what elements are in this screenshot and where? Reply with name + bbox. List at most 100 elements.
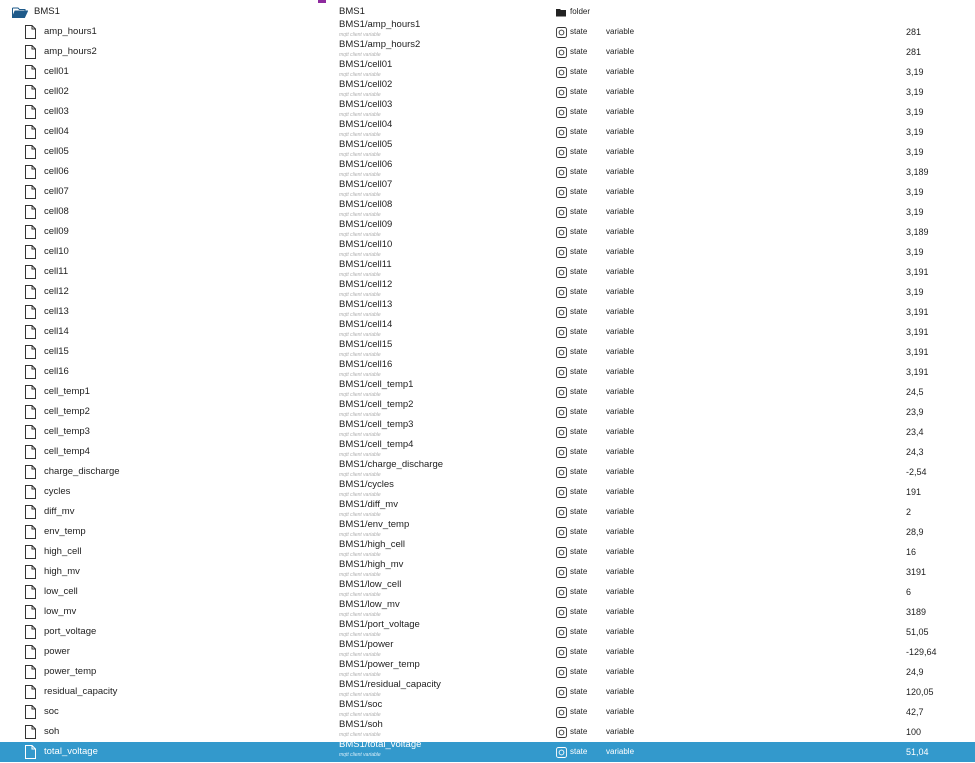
file-icon [25, 625, 36, 639]
row-name: cell_temp3 [44, 426, 90, 437]
tree-row[interactable]: high_cell BMS1/high_cell mqtt client varia… [0, 539, 975, 562]
tree-row-root[interactable]: BMS1 BMS1 folder [0, 2, 975, 22]
row-value: 3,19 [906, 87, 924, 97]
row-id: BMS1/cell06 [339, 159, 393, 170]
tree-row[interactable]: soh BMS1/soh mqtt client variable state vari… [0, 719, 975, 742]
row-role: variable [606, 107, 635, 116]
tree-row[interactable]: high_mv BMS1/high_mv mqtt client variable s… [0, 559, 975, 582]
tree-row[interactable]: cell14 BMS1/cell14 mqtt client variable sta… [0, 319, 975, 342]
tree-row[interactable]: cell04 BMS1/cell04 mqtt client variable sta… [0, 119, 975, 142]
row-name: residual_capacity [44, 686, 118, 697]
tree-row[interactable]: soc BMS1/soc mqtt client variable state vari… [0, 699, 975, 722]
tree-row[interactable]: power BMS1/power mqtt client variable state… [0, 639, 975, 662]
tree-row[interactable]: cell08 BMS1/cell08 mqtt client variable sta… [0, 199, 975, 222]
row-type: state [570, 687, 588, 696]
row-name: cell04 [44, 126, 69, 137]
row-description: mqtt client variable [339, 292, 381, 298]
row-value: 3,189 [906, 227, 929, 237]
row-name: cell03 [44, 106, 69, 117]
row-role: variable [606, 447, 635, 456]
tree-row[interactable]: cell11 BMS1/cell11 mqtt client variable sta… [0, 259, 975, 282]
tree-row[interactable]: amp_hours1 BMS1/amp_hours1 mqtt client var… [0, 19, 975, 42]
row-type: state [570, 247, 588, 256]
state-circle-icon [556, 407, 567, 418]
row-description: mqtt client variable [339, 712, 381, 718]
row-name: low_mv [44, 606, 77, 617]
row-role: variable [606, 607, 635, 616]
file-icon [25, 665, 36, 679]
tree-row[interactable]: cell09 BMS1/cell09 mqtt client variable sta… [0, 219, 975, 242]
tree-row[interactable]: cell10 BMS1/cell10 mqtt client variable sta… [0, 239, 975, 262]
row-type: state [570, 407, 588, 416]
tree-row[interactable]: cell15 BMS1/cell15 mqtt client variable sta… [0, 339, 975, 362]
tree-row[interactable]: cycles BMS1/cycles mqtt client variable sta… [0, 479, 975, 502]
row-role: variable [606, 267, 635, 276]
row-role: variable [606, 47, 635, 56]
row-id: BMS1/cell04 [339, 119, 393, 130]
row-description: mqtt client variable [339, 272, 381, 278]
tree-row[interactable]: cell_temp1 BMS1/cell_temp1 mqtt client var… [0, 379, 975, 402]
row-id: BMS1/cell13 [339, 299, 393, 310]
row-id: BMS1/cell_temp4 [339, 439, 414, 450]
tree-row[interactable]: cell_temp3 BMS1/cell_temp3 mqtt client var… [0, 419, 975, 442]
tree-row[interactable]: env_temp BMS1/env_temp mqtt client variabl… [0, 519, 975, 542]
row-type: state [570, 587, 588, 596]
row-role: variable [606, 507, 635, 516]
state-circle-icon [556, 687, 567, 698]
tree-row[interactable]: total_voltage BMS1/total_voltage mqtt clie… [0, 739, 975, 762]
tree-row[interactable]: residual_capacity BMS1/residual_capacity m… [0, 679, 975, 702]
file-icon [25, 245, 36, 259]
tree-row[interactable]: cell13 BMS1/cell13 mqtt client variable sta… [0, 299, 975, 322]
tree-row[interactable]: cell03 BMS1/cell03 mqtt client variable sta… [0, 99, 975, 122]
row-value: 281 [906, 27, 922, 37]
tree-row[interactable]: cell01 BMS1/cell01 mqtt client variable sta… [0, 59, 975, 82]
row-name: cell14 [44, 326, 69, 337]
tree-row[interactable]: low_cell BMS1/low_cell mqtt client variabl… [0, 579, 975, 602]
row-type: state [570, 287, 588, 296]
tree-row[interactable]: cell16 BMS1/cell16 mqtt client variable sta… [0, 359, 975, 382]
file-icon [25, 205, 36, 219]
file-icon [25, 525, 36, 539]
row-description: mqtt client variable [339, 252, 381, 258]
row-id: BMS1/amp_hours1 [339, 19, 421, 30]
row-value: 3,19 [906, 107, 924, 117]
row-id: BMS1/amp_hours2 [339, 39, 421, 50]
row-id: BMS1/env_temp [339, 519, 410, 530]
state-circle-icon [556, 567, 567, 578]
row-type: state [570, 107, 588, 116]
tree-row[interactable]: low_mv BMS1/low_mv mqtt client variable sta… [0, 599, 975, 622]
tree-row[interactable]: port_voltage BMS1/port_voltage mqtt client… [0, 619, 975, 642]
row-description: mqtt client variable [339, 172, 381, 178]
row-description: mqtt client variable [339, 752, 381, 758]
row-description: mqtt client variable [339, 432, 381, 438]
row-description: mqtt client variable [339, 212, 381, 218]
row-role: variable [606, 567, 635, 576]
row-type: state [570, 387, 588, 396]
tree-row[interactable]: cell02 BMS1/cell02 mqtt client variable sta… [0, 79, 975, 102]
tree-row[interactable]: diff_mv BMS1/diff_mv mqtt client variable s… [0, 499, 975, 522]
file-icon [25, 425, 36, 439]
tree-row[interactable]: cell06 BMS1/cell06 mqtt client variable sta… [0, 159, 975, 182]
row-type: state [570, 747, 588, 756]
tree-row[interactable]: amp_hours2 BMS1/amp_hours2 mqtt client var… [0, 39, 975, 62]
row-id: BMS1/power [339, 639, 394, 650]
row-description: mqtt client variable [339, 32, 381, 38]
row-id: BMS1/cell02 [339, 79, 393, 90]
row-role: variable [606, 207, 635, 216]
tree-row[interactable]: cell_temp2 BMS1/cell_temp2 mqtt client var… [0, 399, 975, 422]
file-icon [25, 505, 36, 519]
row-type: state [570, 547, 588, 556]
tree-row[interactable]: power_temp BMS1/power_temp mqtt client var… [0, 659, 975, 682]
tree-row[interactable]: cell12 BMS1/cell12 mqtt client variable sta… [0, 279, 975, 302]
tree-row[interactable]: cell07 BMS1/cell07 mqtt client variable sta… [0, 179, 975, 202]
tree-row[interactable]: cell_temp4 BMS1/cell_temp4 mqtt client var… [0, 439, 975, 462]
row-value: 281 [906, 47, 922, 57]
row-value: 51,05 [906, 627, 929, 637]
row-value: -2,54 [906, 467, 927, 477]
state-circle-icon [556, 87, 567, 98]
tree-row[interactable]: charge_discharge BMS1/charge_discharge mqt… [0, 459, 975, 482]
state-circle-icon [556, 587, 567, 598]
tree-row[interactable]: cell05 BMS1/cell05 mqtt client variable sta… [0, 139, 975, 162]
row-name: cycles [44, 486, 71, 497]
row-name: soc [44, 706, 59, 717]
